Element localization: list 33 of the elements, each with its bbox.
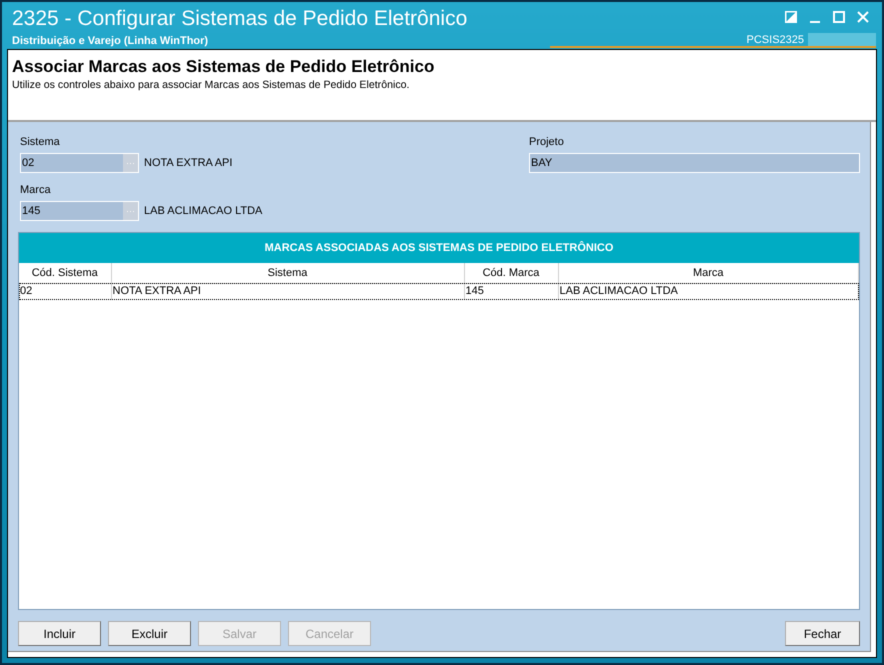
column-header[interactable]: Marca	[558, 263, 858, 283]
table-cell: 145	[464, 283, 558, 300]
text-field[interactable]: BAY	[529, 153, 860, 173]
action-button[interactable]: Excluir	[108, 621, 191, 646]
column-header[interactable]: Cód. Marca	[464, 263, 558, 283]
field-label: Sistema	[20, 136, 60, 149]
field-description: NOTA EXTRA API	[144, 156, 232, 170]
minimize-icon	[810, 21, 820, 23]
field-description: LAB ACLIMACAO LTDA	[144, 204, 262, 218]
maximize-button[interactable]	[830, 8, 848, 26]
routine-code: PCSIS2325	[746, 33, 804, 47]
lookup-field[interactable]: 145	[20, 201, 139, 221]
field-label: Projeto	[529, 136, 564, 149]
column-header[interactable]: Cód. Sistema	[19, 263, 111, 283]
theme-button[interactable]	[782, 8, 800, 26]
close-button[interactable]: Fechar	[785, 621, 860, 646]
table-cell: LAB ACLIMACAO LTDA	[558, 283, 858, 300]
table-cell: NOTA EXTRA API	[111, 283, 464, 300]
lookup-field[interactable]: 02	[20, 153, 139, 173]
column-header[interactable]: Sistema	[111, 263, 464, 283]
table-cell: 02	[19, 283, 111, 300]
window-subtitle: Distribuição e Varejo (Linha WinThor)	[12, 34, 208, 48]
info-field	[808, 33, 876, 47]
page-title: Associar Marcas aos Sistemas de Pedido Eletrônico	[12, 57, 434, 77]
window-title: 2325 - Configurar Sistemas de Pedido Eletrônico	[12, 6, 468, 32]
table-title: MARCAS ASSOCIADAS AOS SISTEMAS DE PEDIDO ELETRÔNICO	[19, 233, 859, 263]
table-row[interactable]: 02 NOTA EXTRA API 145 LAB ACLIMACAO LTDA	[19, 283, 858, 300]
close-icon	[857, 11, 869, 23]
page-description: Utilize os controles abaixo para associar Marcas aos Sistemas de Pedido Eletrônico.	[12, 78, 410, 92]
field-label: Marca	[20, 184, 51, 197]
action-button[interactable]: Incluir	[18, 621, 101, 646]
half-filled-square-icon	[785, 11, 797, 23]
maximize-icon	[833, 11, 845, 23]
